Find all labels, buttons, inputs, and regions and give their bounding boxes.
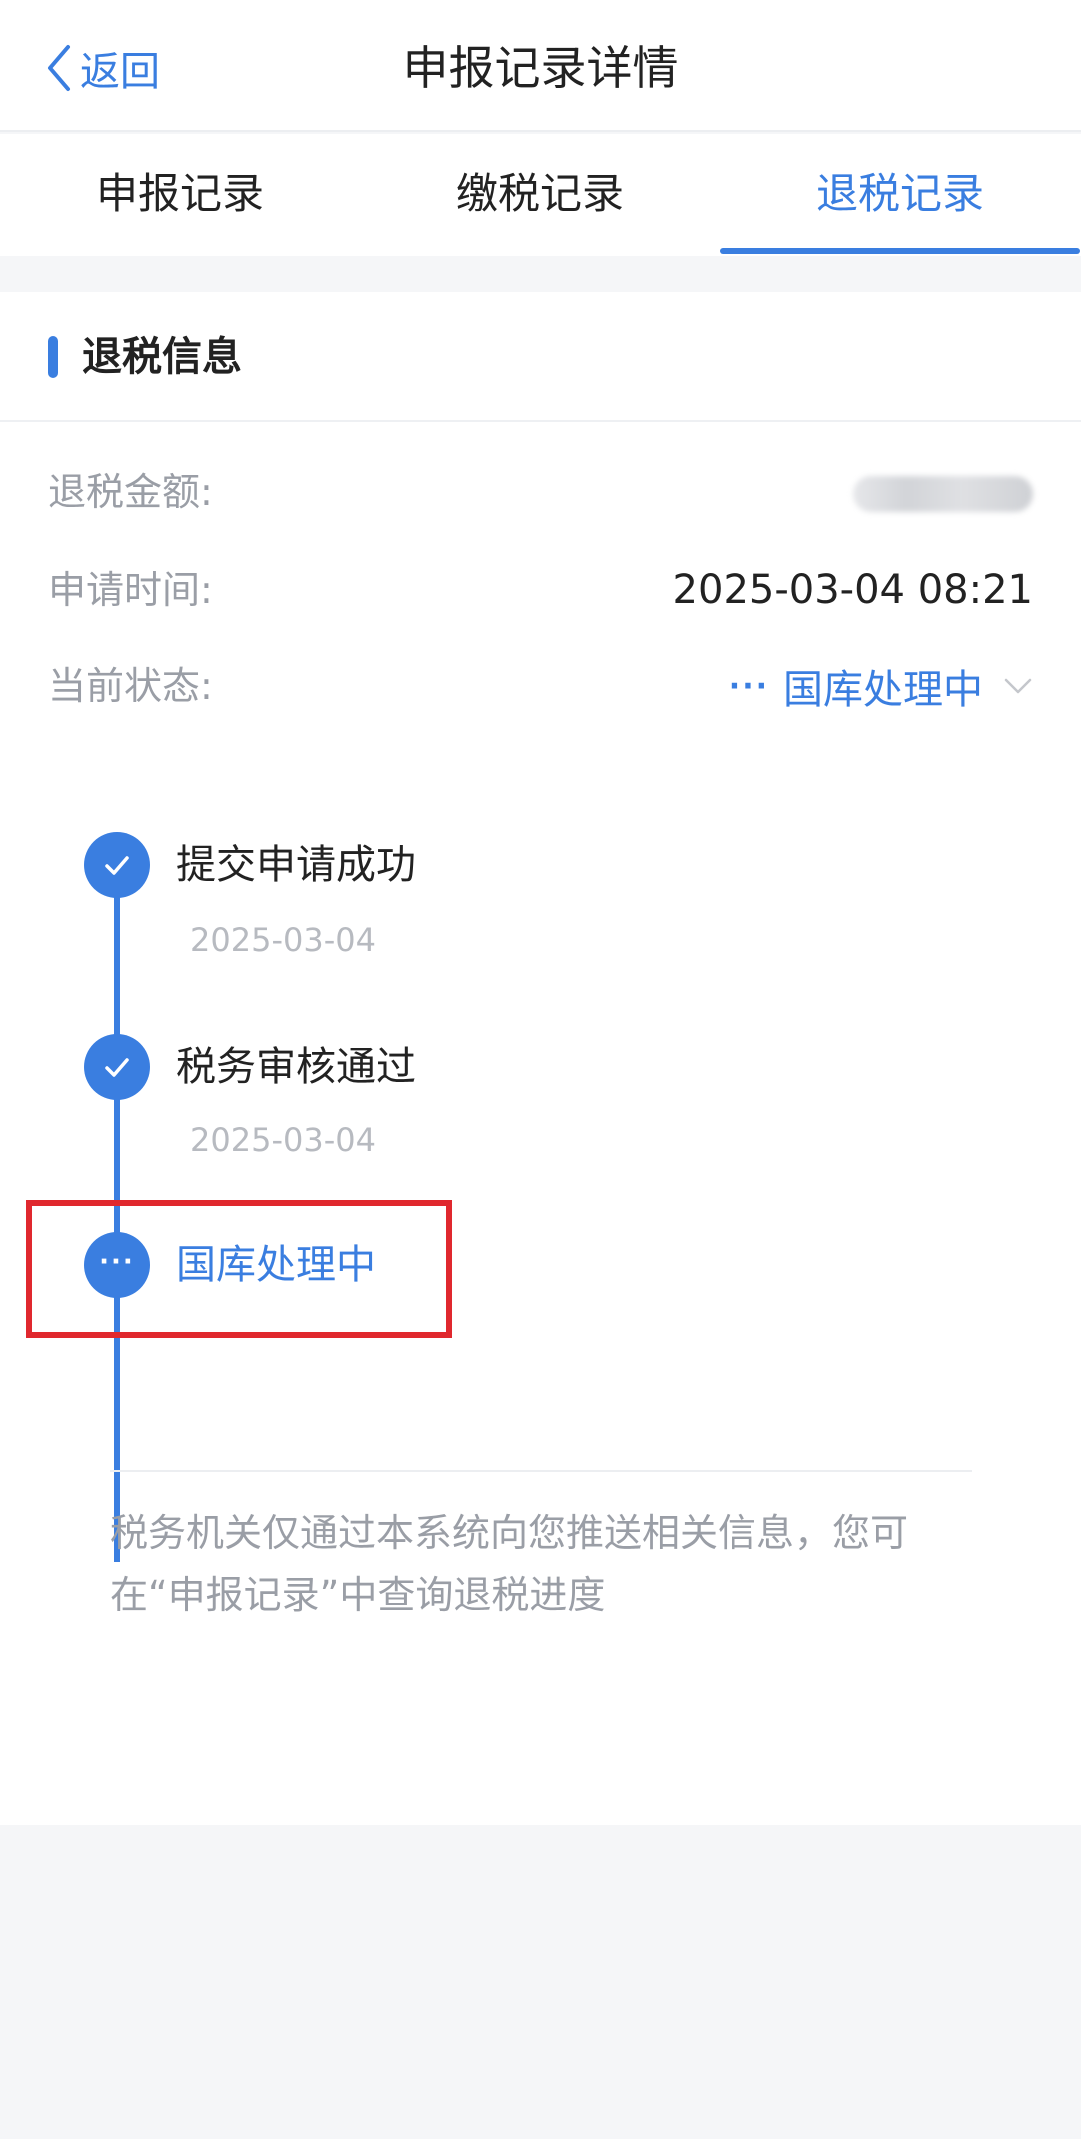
status-text: 国库处理中 [783,667,983,713]
apply-time-value: 2025-03-04 08:21 [672,567,1033,613]
divider [110,1470,972,1472]
step-done-icon [84,1034,150,1100]
timeline-step-title: 税务审核通过 [176,1044,416,1090]
notice-text: 税务机关仅通过本系统向您推送相关信息，您可在“申报记录”中查询退税进度 [110,1511,909,1617]
check-icon [105,856,129,875]
chevron-down-icon [1004,678,1032,694]
tab-bar: 申报记录 缴税记录 退税记录 [0,134,1081,256]
step-done-icon [84,832,150,898]
timeline-step-title: 提交申请成功 [176,842,416,888]
timeline-step-date: 2025-03-04 [190,1121,376,1159]
navbar: 返回 申报记录详情 [0,0,1081,132]
apply-time-label: 申请时间: [48,568,213,612]
section-title: 退税信息 [82,334,242,380]
page: 返回 申报记录详情 申报记录 缴税记录 退税记录 退税信息 退税金额: 申请时间… [0,0,1081,2139]
more-dots-icon: ··· [728,668,769,704]
refund-amount-blurred-value [853,476,1033,512]
check-icon [105,1058,129,1077]
active-tab-indicator [720,248,1080,254]
page-title: 申报记录详情 [402,41,679,95]
current-status-label: 当前状态: [48,664,213,708]
refund-amount-row: 退税金额: [48,462,1033,522]
back-label: 返回 [80,49,160,95]
refund-info-card: 退税信息 退税金额: 申请时间: 2025-03-04 08:21 当前状态: … [0,292,1081,1825]
tab-tax-payment-records[interactable]: 缴税记录 [420,164,660,224]
section-accent-bar [48,336,58,378]
refund-amount-label: 退税金额: [48,470,213,514]
chevron-left-icon [48,45,70,91]
section-header: 退税信息 [0,292,1081,422]
tab-declaration-records[interactable]: 申报记录 [60,164,300,224]
timeline-step-date: 2025-03-04 [190,921,376,959]
highlight-annotation-box [26,1200,452,1338]
status-dropdown[interactable]: ··· 国库处理中 [729,656,1033,716]
apply-time-row: 申请时间: 2025-03-04 08:21 [48,560,1033,620]
tab-tax-refund-records[interactable]: 退税记录 [780,164,1020,224]
back-button[interactable]: 返回 [44,38,160,98]
current-status-row: 当前状态: ··· 国库处理中 [48,656,1033,716]
